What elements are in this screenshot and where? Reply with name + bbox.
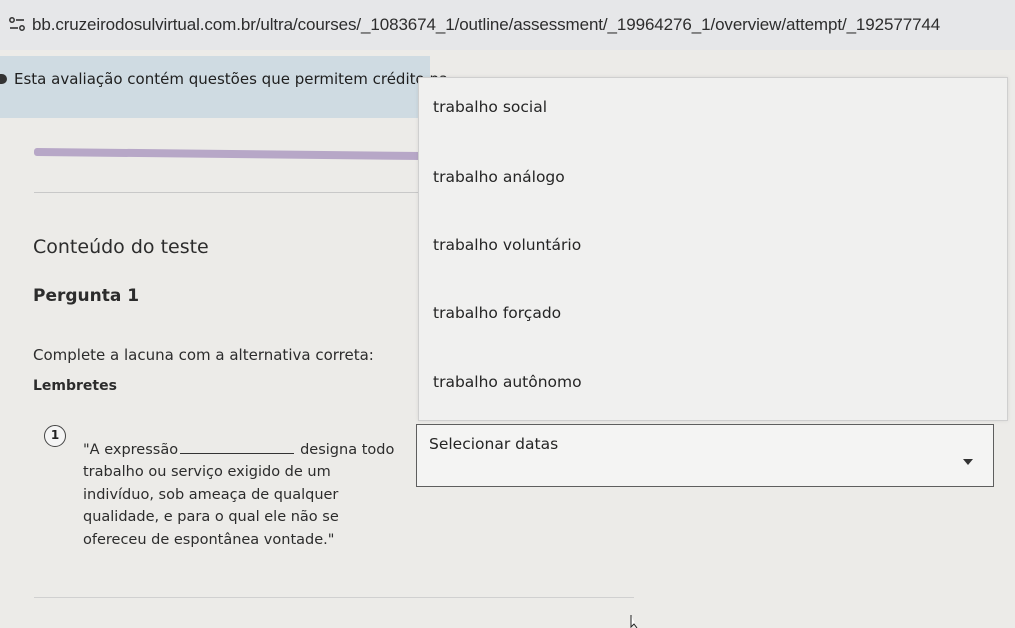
answer-select[interactable]: Selecionar datas bbox=[416, 424, 994, 487]
option-trabalho-social[interactable]: trabalho social bbox=[433, 98, 547, 116]
section-title: Conteúdo do teste bbox=[33, 236, 209, 258]
question-line: trabalho ou serviço exigido de um bbox=[83, 464, 331, 481]
question-title: Pergunta 1 bbox=[33, 286, 140, 306]
progress-bar bbox=[33, 147, 425, 161]
question-text-after-blank: designa todo bbox=[300, 442, 395, 458]
option-trabalho-voluntario[interactable]: trabalho voluntário bbox=[433, 236, 581, 254]
divider bbox=[34, 192, 424, 193]
question-instruction: Complete a lacuna com a alternativa corr… bbox=[33, 346, 374, 364]
chevron-down-icon[interactable] bbox=[963, 459, 973, 465]
notice-text: Esta avaliação contém questões que permi… bbox=[14, 70, 449, 88]
mouse-cursor-icon bbox=[630, 615, 638, 628]
question-line: "A expressão designa todo bbox=[83, 439, 423, 461]
select-value: Selecionar datas bbox=[429, 435, 559, 453]
reminders-label[interactable]: Lembretes bbox=[33, 378, 117, 394]
question-text: "A expressão designa todo trabalho ou ser… bbox=[83, 439, 423, 551]
question-line: indivíduo, sob ameaça de qualquer bbox=[83, 486, 339, 503]
question-line: qualidade, e para o qual ele não se bbox=[83, 509, 339, 526]
question-line: ofereceu de espontânea vontade." bbox=[83, 531, 335, 548]
option-trabalho-forcado[interactable]: trabalho forçado bbox=[433, 304, 561, 322]
blank-number-badge: 1 bbox=[44, 425, 66, 447]
answer-options-list[interactable]: trabalho social trabalho análogo trabalh… bbox=[418, 77, 1008, 421]
answer-blank bbox=[180, 440, 295, 454]
divider bbox=[34, 597, 634, 598]
option-trabalho-autonomo[interactable]: trabalho autônomo bbox=[433, 373, 582, 391]
url-text[interactable]: bb.cruzeirodosulvirtual.com.br/ultra/cou… bbox=[32, 15, 940, 35]
address-bar[interactable]: bb.cruzeirodosulvirtual.com.br/ultra/cou… bbox=[0, 0, 1015, 50]
question-text-before-blank: "A expressão bbox=[83, 442, 179, 458]
site-info-icon[interactable] bbox=[8, 16, 26, 32]
option-trabalho-analogo[interactable]: trabalho análogo bbox=[433, 168, 565, 186]
